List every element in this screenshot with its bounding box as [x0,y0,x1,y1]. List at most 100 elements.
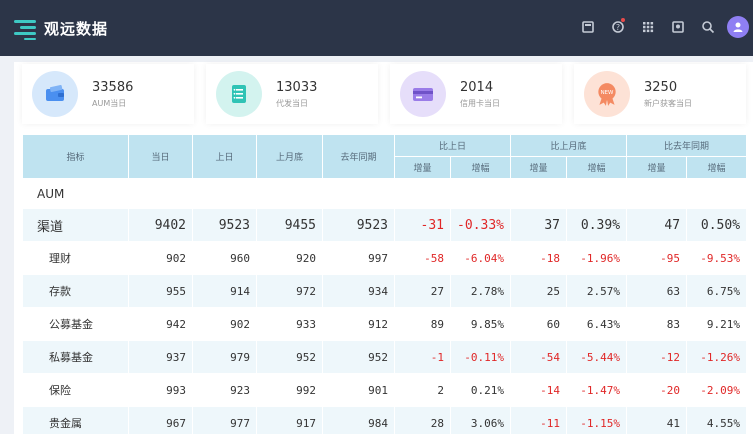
table-cell: 47 [626,208,688,242]
kpi-card-payroll[interactable]: 13033 代发当日 [206,64,378,124]
header-increase: 增量 [510,156,568,179]
kpi-value: 2014 [460,79,494,95]
kpi-value: 13033 [276,79,318,95]
main-panel: 33586 AUM当日 13033 代发当日 2014 信用卡当日 NEW 32… [14,62,753,434]
list-icon [216,71,262,117]
table-cell: 2.57% [566,274,628,308]
row-label: 保险 [22,373,129,407]
row-label: 渠道 [22,208,129,242]
header-last-year-same: 去年同期 [322,134,395,179]
help-icon[interactable]: ? [605,14,631,40]
table-row[interactable]: 保险 993 923 992 901 2 0.21% -14 -1.47% -20 -2.09% [22,373,748,407]
header-last-month-end: 上月底 [256,134,323,179]
header-vs-yesterday: 比上日 [393,134,512,157]
header-metric: 指标 [22,134,129,179]
search-icon[interactable] [695,14,721,40]
header-vs-last-year: 比去年同期 [626,134,748,157]
header-yesterday: 上日 [192,134,257,179]
table-cell: 9.85% [449,307,512,341]
table-cell: 901 [322,373,395,407]
table-cell: -1.96% [566,241,628,275]
notification-dot [621,18,625,22]
row-label: 公募基金 [22,307,129,341]
kpi-value: 3250 [644,79,678,95]
kpi-label: 代发当日 [276,98,308,108]
kpi-card-credit[interactable]: 2014 信用卡当日 [390,64,562,124]
table-cell: 2.78% [449,274,512,308]
table-cell: -11 [510,406,568,434]
logo-icon [14,17,36,40]
aum-table: 指标 当日 上日 上月底 去年同期 比上日 比上月底 比去年同期 增量 增幅 增… [22,134,748,434]
table-cell: -12 [626,340,688,374]
table-cell: 6.43% [566,307,628,341]
table-cell: 25 [510,274,568,308]
table-cell: 997 [322,241,395,275]
row-label: 贵金属 [22,406,129,434]
table-cell: -5.44% [566,340,628,374]
table-cell: 2 [394,373,451,407]
table-cell: 6.75% [686,274,748,308]
table-cell: 63 [626,274,688,308]
kpi-cards: 33586 AUM当日 13033 代发当日 2014 信用卡当日 NEW 32… [22,64,750,124]
table-cell: -9.53% [686,241,748,275]
kpi-card-aum[interactable]: 33586 AUM当日 [22,64,194,124]
table-cell: 37 [510,208,568,242]
svg-text:NEW: NEW [601,90,614,96]
table-cell: 984 [322,406,395,434]
table-cell: 0.50% [686,208,748,242]
table-cell: 902 [192,307,257,341]
table-cell: 60 [510,307,568,341]
table-cell: 0.39% [566,208,628,242]
table-cell: 960 [192,241,257,275]
table-cell: 28 [394,406,451,434]
table-cell: -20 [626,373,688,407]
table-cell: -31 [394,208,451,242]
header-toolbar: ? [571,14,749,40]
table-cell: 952 [322,340,395,374]
kpi-card-new-customers[interactable]: NEW 3250 新户获客当日 [574,64,746,124]
table-cell: -0.11% [449,340,512,374]
table-cell: -18 [510,241,568,275]
table-cell: 979 [192,340,257,374]
top-bar: 观远数据 ? [0,0,753,56]
header-today: 当日 [128,134,193,179]
header-increase: 增量 [394,156,451,179]
row-label: 存款 [22,274,129,308]
grid-icon[interactable] [635,14,661,40]
table-cell: 934 [322,274,395,308]
table-cell: -1.26% [686,340,748,374]
table-row[interactable]: 存款 955 914 972 934 27 2.78% 25 2.57% 63 6.75% [22,274,748,308]
table-row[interactable]: 理财 902 960 920 997 -58 -6.04% -18 -1.96% -95 -9.53… [22,241,748,275]
table-cell: 0.21% [449,373,512,407]
table-row[interactable]: 私募基金 937 979 952 952 -1 -0.11% -54 -5.44% -12 -1.2… [22,340,748,374]
table-cell: 937 [128,340,193,374]
table-cell: 972 [256,274,323,308]
table-cell: 9.21% [686,307,748,341]
avatar-icon[interactable] [727,16,749,38]
table-cell: 27 [394,274,451,308]
table-cell: 992 [256,373,323,407]
table-row[interactable]: 公募基金 942 902 933 912 89 9.85% 60 6.43% 83 9.21% [22,307,748,341]
report-icon[interactable] [665,14,691,40]
table-cell: 902 [128,241,193,275]
row-label: 私募基金 [22,340,129,374]
table-cell: 942 [128,307,193,341]
header-increase: 增量 [626,156,688,179]
table-row[interactable]: 渠道 9402 9523 9455 9523 -31 -0.33% 37 0.39% 47 0.50… [22,208,748,242]
table-cell: 933 [256,307,323,341]
table-cell: 917 [256,406,323,434]
table-cell: 9402 [128,208,193,242]
row-label: 理财 [22,241,129,275]
app-title: 观远数据 [44,19,109,38]
table-cell: 993 [128,373,193,407]
kpi-label: AUM当日 [92,98,127,108]
table-cell: 920 [256,241,323,275]
table-cell: -1 [394,340,451,374]
header-rate: 增幅 [449,156,512,179]
wallet-icon [32,71,78,117]
table-row[interactable]: 贵金属 967 977 917 984 28 3.06% -11 -1.15% 41 4.55% [22,406,748,434]
header-vs-last-month: 比上月底 [510,134,628,157]
table-body: AUM 渠道 9402 9523 9455 9523 -31 -0.33% 37 0.39% 47… [22,178,748,434]
book-icon[interactable] [575,14,601,40]
table-cell: 83 [626,307,688,341]
